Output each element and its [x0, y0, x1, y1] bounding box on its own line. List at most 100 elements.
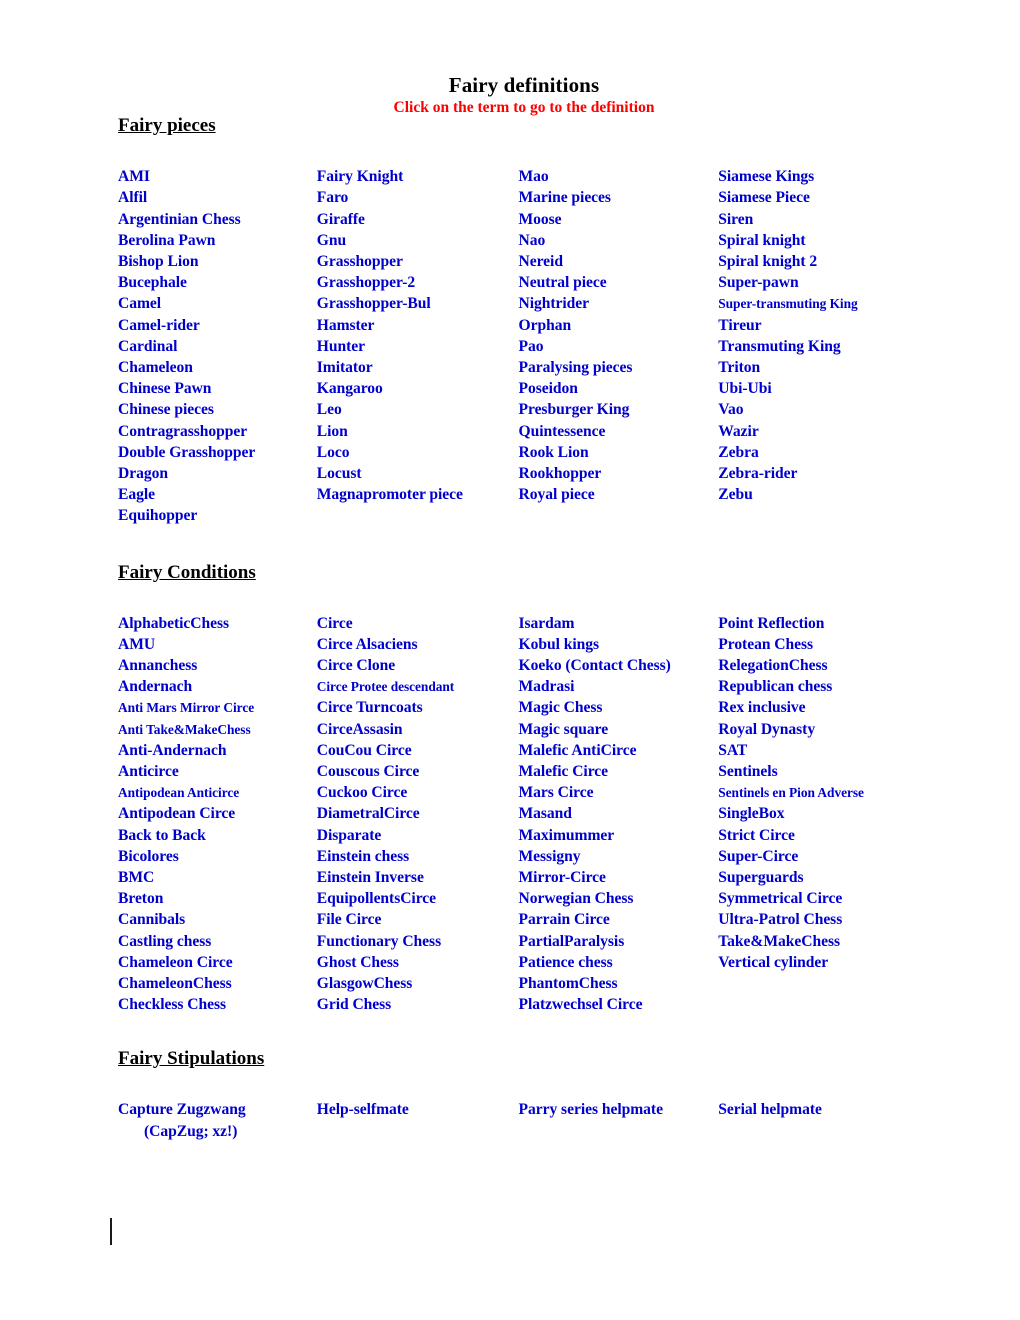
term-link[interactable]: Alfil — [118, 187, 313, 208]
term-link[interactable]: EquipollentsCirce — [317, 888, 515, 909]
term-link[interactable]: Circe — [317, 613, 515, 634]
term-link[interactable]: Andernach — [118, 676, 313, 697]
term-link[interactable]: Poseidon — [519, 378, 715, 399]
term-link[interactable]: Giraffe — [317, 209, 515, 230]
term-link[interactable]: Antipodean Circe — [118, 803, 313, 824]
term-link[interactable]: Kobul kings — [519, 634, 715, 655]
term-link[interactable]: Chinese pieces — [118, 399, 313, 420]
term-link[interactable]: Kangaroo — [317, 378, 515, 399]
term-link[interactable]: Circe Clone — [317, 655, 515, 676]
term-link[interactable]: Circe Alsaciens — [317, 634, 515, 655]
term-link[interactable]: Anti Mars Mirror Circe — [118, 697, 313, 718]
term-link[interactable]: AMI — [118, 166, 313, 187]
term-link[interactable]: Antipodean Anticirce — [118, 782, 313, 803]
term-link[interactable]: Quintessence — [519, 421, 715, 442]
term-link[interactable]: Checkless Chess — [118, 994, 313, 1015]
term-link[interactable]: Spiral knight — [718, 230, 926, 251]
term-link[interactable]: DiametralCirce — [317, 803, 515, 824]
term-link[interactable]: Capture Zugzwang (CapZug; xz!) — [118, 1099, 313, 1141]
term-link[interactable]: Patience chess — [519, 952, 715, 973]
term-link[interactable]: Breton — [118, 888, 313, 909]
term-link[interactable]: Parry series helpmate — [519, 1099, 715, 1120]
term-link[interactable]: Presburger King — [519, 399, 715, 420]
term-link[interactable]: Moose — [519, 209, 715, 230]
term-link[interactable]: Nereid — [519, 251, 715, 272]
term-link[interactable]: AlphabeticChess — [118, 613, 313, 634]
term-link[interactable]: Rex inclusive — [718, 697, 926, 718]
term-link[interactable]: Spiral knight 2 — [718, 251, 926, 272]
term-link[interactable]: Protean Chess — [718, 634, 926, 655]
term-link[interactable]: Marine pieces — [519, 187, 715, 208]
term-link[interactable]: Lion — [317, 421, 515, 442]
term-link[interactable]: Ubi-Ubi — [718, 378, 926, 399]
term-link[interactable]: Back to Back — [118, 825, 313, 846]
term-link[interactable]: Dragon — [118, 463, 313, 484]
term-link[interactable]: Imitator — [317, 357, 515, 378]
term-link[interactable]: Malefic AntiCirce — [519, 740, 715, 761]
term-link[interactable]: ChameleonChess — [118, 973, 313, 994]
term-link[interactable]: Mao — [519, 166, 715, 187]
term-link[interactable]: Siren — [718, 209, 926, 230]
term-link[interactable]: Zebra — [718, 442, 926, 463]
term-link[interactable]: Chameleon — [118, 357, 313, 378]
term-link[interactable]: Zebu — [718, 484, 926, 505]
term-link[interactable]: Republican chess — [718, 676, 926, 697]
term-link[interactable]: Circe Turncoats — [317, 697, 515, 718]
term-link[interactable]: Grasshopper-2 — [317, 272, 515, 293]
term-link[interactable]: Cardinal — [118, 336, 313, 357]
term-link[interactable]: Parrain Circe — [519, 909, 715, 930]
term-link[interactable]: Functionary Chess — [317, 931, 515, 952]
term-link[interactable]: Isardam — [519, 613, 715, 634]
term-link[interactable]: Einstein Inverse — [317, 867, 515, 888]
term-link[interactable]: Triton — [718, 357, 926, 378]
term-link-subtitle[interactable]: (CapZug; xz!) — [118, 1121, 313, 1142]
term-link[interactable]: Locust — [317, 463, 515, 484]
term-link[interactable]: Super-pawn — [718, 272, 926, 293]
term-link[interactable]: Mirror-Circe — [519, 867, 715, 888]
term-link[interactable]: PhantomChess — [519, 973, 715, 994]
term-link[interactable]: Ghost Chess — [317, 952, 515, 973]
term-link[interactable]: Grid Chess — [317, 994, 515, 1015]
term-link[interactable]: Point Reflection — [718, 613, 926, 634]
term-link[interactable]: Vertical cylinder — [718, 952, 926, 973]
term-link[interactable]: Transmuting King — [718, 336, 926, 357]
term-link[interactable]: Help-selfmate — [317, 1099, 515, 1120]
term-link[interactable]: Siamese Kings — [718, 166, 926, 187]
term-link[interactable]: Hamster — [317, 315, 515, 336]
term-link[interactable]: Royal piece — [519, 484, 715, 505]
term-link[interactable]: SingleBox — [718, 803, 926, 824]
term-link[interactable]: Strict Circe — [718, 825, 926, 846]
term-link[interactable]: Neutral piece — [519, 272, 715, 293]
term-link[interactable]: Einstein chess — [317, 846, 515, 867]
term-link[interactable]: Norwegian Chess — [519, 888, 715, 909]
term-link[interactable]: Double Grasshopper — [118, 442, 313, 463]
term-link[interactable]: Rookhopper — [519, 463, 715, 484]
term-link[interactable]: Rook Lion — [519, 442, 715, 463]
term-link[interactable]: Bishop Lion — [118, 251, 313, 272]
term-link[interactable]: Nao — [519, 230, 715, 251]
term-link[interactable]: Symmetrical Circe — [718, 888, 926, 909]
term-link[interactable]: Paralysing pieces — [519, 357, 715, 378]
term-link[interactable]: Superguards — [718, 867, 926, 888]
term-link[interactable]: Masand — [519, 803, 715, 824]
term-link[interactable]: Serial helpmate — [718, 1099, 926, 1120]
term-link[interactable]: Magic Chess — [519, 697, 715, 718]
term-link[interactable]: Hunter — [317, 336, 515, 357]
term-link[interactable]: SAT — [718, 740, 926, 761]
term-link[interactable]: Anticirce — [118, 761, 313, 782]
term-link[interactable]: Leo — [317, 399, 515, 420]
term-link[interactable]: Tireur — [718, 315, 926, 336]
term-link[interactable]: Camel — [118, 293, 313, 314]
term-link[interactable]: Sentinels — [718, 761, 926, 782]
term-link[interactable]: Vao — [718, 399, 926, 420]
term-link[interactable]: Grasshopper-Bul — [317, 293, 515, 314]
term-link[interactable]: Circe Protee descendant — [317, 676, 515, 697]
term-link[interactable]: Berolina Pawn — [118, 230, 313, 251]
term-link[interactable]: Equihopper — [118, 505, 313, 526]
term-link[interactable]: CirceAssasin — [317, 719, 515, 740]
term-link[interactable]: Chameleon Circe — [118, 952, 313, 973]
term-link[interactable]: Loco — [317, 442, 515, 463]
term-link[interactable]: Koeko (Contact Chess) — [519, 655, 715, 676]
term-link[interactable]: RelegationChess — [718, 655, 926, 676]
term-link[interactable]: Chinese Pawn — [118, 378, 313, 399]
